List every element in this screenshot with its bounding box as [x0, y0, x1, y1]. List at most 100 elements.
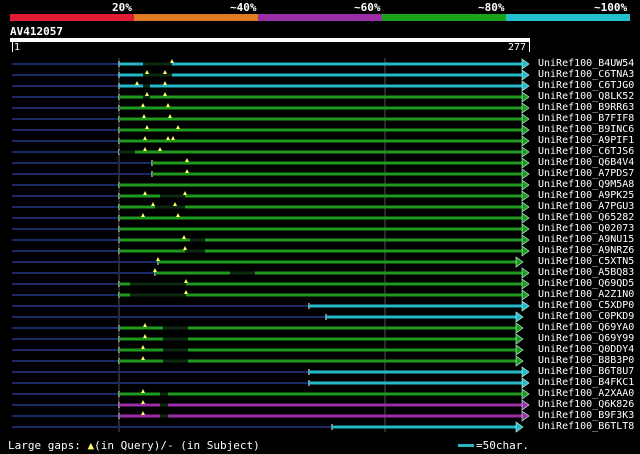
hit-row[interactable] [12, 289, 530, 301]
hit-row[interactable] [12, 333, 524, 345]
hit-row[interactable] [12, 256, 524, 268]
hit-label-link[interactable]: UniRef100_B7FIF8 [538, 113, 634, 124]
hit-label-link[interactable]: UniRef100_B6TLT8 [538, 421, 634, 432]
hit-row[interactable] [12, 113, 530, 125]
hit-row[interactable] [12, 223, 530, 235]
hit-row[interactable] [12, 135, 530, 147]
hit-row[interactable] [12, 234, 530, 246]
hit-row[interactable] [12, 190, 530, 202]
hit-label-link[interactable]: UniRef100_C6TJG0 [538, 80, 634, 91]
hit-label-link[interactable]: UniRef100_Q9M5A8 [538, 179, 634, 190]
hit-end-arrow-icon [521, 289, 530, 301]
query-gap-triangle-icon [184, 279, 188, 283]
query-gap-triangle-icon [135, 81, 139, 85]
hit-row[interactable] [12, 179, 530, 191]
hit-label-link[interactable]: UniRef100_C5XTN5 [538, 256, 634, 267]
hit-row[interactable] [12, 212, 530, 224]
hit-label-link[interactable]: UniRef100_Q6B4V4 [538, 157, 634, 168]
hit-end-arrow-icon [521, 377, 530, 389]
hit-row[interactable] [12, 344, 524, 356]
hit-row[interactable] [12, 377, 530, 389]
hit-row[interactable] [12, 278, 530, 290]
scale-text: =50char. [476, 439, 529, 452]
hit-end-arrow-icon [515, 322, 524, 334]
hit-label-link[interactable]: UniRef100_Q6K826 [538, 399, 634, 410]
hit-end-arrow-icon [521, 102, 530, 114]
hit-row[interactable] [12, 58, 530, 70]
scale-bar [458, 444, 474, 447]
hit-row[interactable] [12, 300, 530, 312]
query-gap-triangle-icon [168, 114, 172, 118]
hit-label-link[interactable]: UniRef100_Q69QD5 [538, 278, 634, 289]
hit-end-arrow-icon [515, 421, 524, 433]
hit-row[interactable] [12, 245, 530, 257]
hit-row[interactable] [12, 69, 530, 81]
hit-row[interactable] [12, 124, 530, 136]
query-gap-triangle-icon [151, 202, 155, 206]
query-gap-triangle-icon [141, 345, 145, 349]
hit-label-link[interactable]: UniRef100_A2XAA0 [538, 388, 634, 399]
hit-row[interactable] [12, 311, 524, 323]
hit-label-link[interactable]: UniRef100_A9PK25 [538, 190, 634, 201]
hit-row[interactable] [12, 322, 524, 334]
hit-label-link[interactable]: UniRef100_B8B3P0 [538, 355, 634, 366]
hit-label-link[interactable]: UniRef100_A2Z1N0 [538, 289, 634, 300]
query-gap-triangle-icon [141, 213, 145, 217]
hit-label-link[interactable]: UniRef100_A9NRZ6 [538, 245, 634, 256]
hit-label-link[interactable]: UniRef100_Q65282 [538, 212, 634, 223]
hit-label-link[interactable]: UniRef100_Q69YA0 [538, 322, 634, 333]
hit-label-link[interactable]: UniRef100_B6T8U7 [538, 366, 634, 377]
gap-legend: Large gaps: ▲(in Query)/- (in Subject) [8, 439, 260, 452]
hit-label-link[interactable]: UniRef100_A9PIF1 [538, 135, 634, 146]
query-gap-triangle-icon [145, 70, 149, 74]
hit-row[interactable] [12, 168, 530, 180]
hit-label-link[interactable]: UniRef100_B9INC6 [538, 124, 634, 135]
hit-label-link[interactable]: UniRef100_B9F3K3 [538, 410, 634, 421]
hit-label-link[interactable]: UniRef100_C6TNA3 [538, 69, 634, 80]
hit-label-link[interactable]: UniRef100_A5BQ83 [538, 267, 634, 278]
hit-label-link[interactable]: UniRef100_B4UW54 [538, 58, 634, 69]
query-gap-triangle-icon [163, 81, 167, 85]
hit-label-link[interactable]: UniRef100_B9RR63 [538, 102, 634, 113]
hit-label-link[interactable]: UniRef100_Q02073 [538, 223, 634, 234]
query-gap-triangle-icon [143, 191, 147, 195]
hit-label-link[interactable]: UniRef100_C5XDP0 [538, 300, 634, 311]
hit-end-arrow-icon [521, 223, 530, 235]
query-gap-triangle-icon [171, 136, 175, 140]
gap-legend-query: (in Query)/ [94, 439, 167, 452]
query-gap-triangle-icon [163, 70, 167, 74]
query-gap-triangle-icon [143, 136, 147, 140]
hit-row[interactable] [12, 201, 530, 213]
hit-label-link[interactable]: UniRef100_C6TJS6 [538, 146, 634, 157]
hit-end-arrow-icon [521, 410, 530, 422]
hit-row[interactable] [12, 355, 524, 367]
hit-end-arrow-icon [521, 190, 530, 202]
query-gap-triangle-icon [166, 136, 170, 140]
hit-label-link[interactable]: UniRef100_A7PDS7 [538, 168, 634, 179]
hit-label-link[interactable]: UniRef100_C0PKD9 [538, 311, 634, 322]
hit-row[interactable] [12, 399, 530, 411]
hit-row[interactable] [12, 146, 530, 158]
hit-label-link[interactable]: UniRef100_Q69Y99 [538, 333, 634, 344]
query-gap-triangle-icon [141, 389, 145, 393]
hit-row[interactable] [12, 102, 530, 114]
query-gap-triangle-icon [141, 400, 145, 404]
hit-end-arrow-icon [521, 212, 530, 224]
hit-label-link[interactable]: UniRef100_A9NU15 [538, 234, 634, 245]
hit-row[interactable] [12, 157, 530, 169]
hit-row[interactable] [12, 388, 530, 400]
hit-row[interactable] [12, 91, 530, 103]
hit-label-link[interactable]: UniRef100_A7PGU3 [538, 201, 634, 212]
hit-end-arrow-icon [521, 388, 530, 400]
hit-row[interactable] [12, 366, 530, 378]
hit-row[interactable] [12, 421, 524, 433]
hit-label-link[interactable]: UniRef100_Q8LK52 [538, 91, 634, 102]
query-gap-triangle-icon [166, 103, 170, 107]
query-gap-triangle-icon [170, 59, 174, 63]
hit-row[interactable] [12, 80, 530, 92]
hit-row[interactable] [12, 410, 530, 422]
hit-label-link[interactable]: UniRef100_B4FKC1 [538, 377, 634, 388]
hit-label-link[interactable]: UniRef100_Q0DDY4 [538, 344, 634, 355]
hit-end-arrow-icon [521, 300, 530, 312]
hit-row[interactable] [12, 267, 530, 279]
